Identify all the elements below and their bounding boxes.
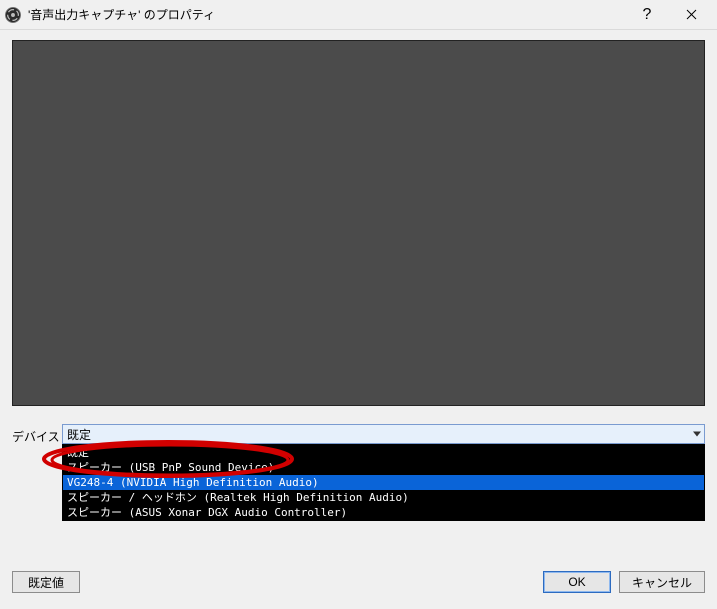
close-icon — [686, 9, 697, 20]
device-option[interactable]: スピーカー / ヘッドホン (Realtek High Definition A… — [63, 490, 704, 505]
dialog-buttons: 既定値 OK キャンセル — [0, 571, 717, 593]
device-option[interactable]: スピーカー (USB PnP Sound Device) — [63, 460, 704, 475]
device-label: デバイス — [12, 424, 62, 445]
device-select[interactable]: 既定 — [62, 424, 705, 444]
device-control: 既定 既定スピーカー (USB PnP Sound Device)VG248-4… — [62, 424, 705, 444]
device-option[interactable]: スピーカー (ASUS Xonar DGX Audio Controller) — [63, 505, 704, 520]
content-area: デバイス 既定 既定スピーカー (USB PnP Sound Device)VG… — [0, 30, 717, 445]
cancel-button[interactable]: キャンセル — [619, 571, 705, 593]
titlebar: '音声出力キャプチャ' のプロパティ ? — [0, 0, 717, 30]
window-title: '音声出力キャプチャ' のプロパティ — [28, 6, 215, 23]
device-option[interactable]: VG248-4 (NVIDIA High Definition Audio) — [63, 475, 704, 490]
device-select-value: 既定 — [67, 426, 91, 443]
defaults-button[interactable]: 既定値 — [12, 571, 80, 593]
device-row: デバイス 既定 既定スピーカー (USB PnP Sound Device)VG… — [12, 424, 705, 445]
obs-icon — [4, 6, 22, 24]
preview-area — [12, 40, 705, 406]
device-dropdown[interactable]: 既定スピーカー (USB PnP Sound Device)VG248-4 (N… — [62, 444, 705, 521]
help-button[interactable]: ? — [625, 0, 669, 30]
device-option[interactable]: 既定 — [63, 445, 704, 460]
ok-button[interactable]: OK — [543, 571, 611, 593]
chevron-down-icon — [693, 432, 701, 437]
close-button[interactable] — [669, 0, 713, 30]
